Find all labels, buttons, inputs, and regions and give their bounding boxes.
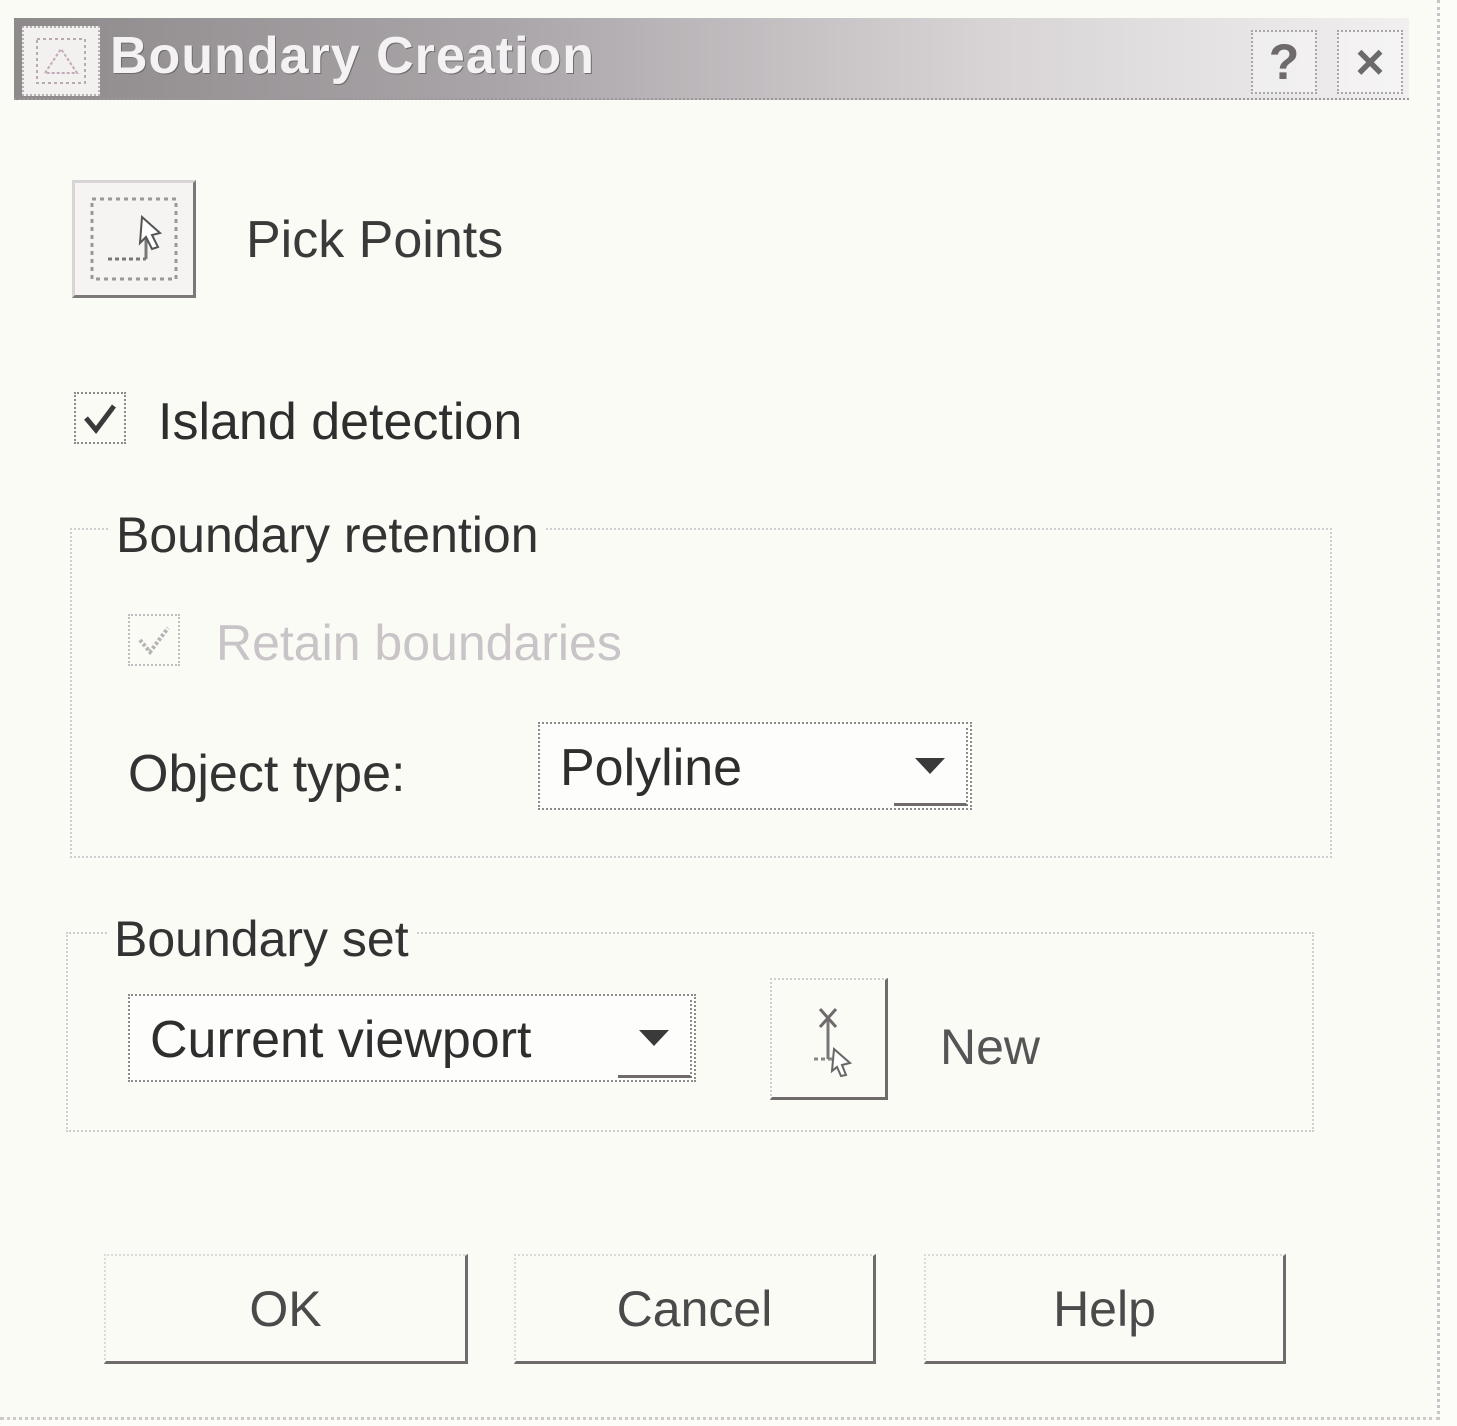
object-type-value: Polyline (560, 739, 743, 797)
pick-points-icon (90, 197, 178, 281)
cancel-button[interactable]: Cancel (514, 1254, 876, 1364)
select-objects-icon (813, 1007, 852, 1077)
checkmark-icon (138, 626, 170, 656)
close-button[interactable]: × (1337, 30, 1403, 94)
retain-boundaries-checkbox[interactable] (128, 614, 180, 666)
close-icon: × (1355, 34, 1385, 90)
help-icon: ? (1268, 34, 1300, 90)
help-button[interactable]: Help (924, 1254, 1286, 1364)
object-type-select[interactable]: Polyline (538, 722, 972, 810)
chevron-down-icon (915, 757, 945, 774)
object-type-dropdown-button[interactable] (894, 728, 968, 806)
retain-boundaries-label: Retain boundaries (216, 615, 622, 671)
app-icon (22, 26, 100, 96)
boundary-set-title: Boundary set (108, 910, 415, 968)
object-type-label: Object type: (128, 745, 406, 803)
island-detection-label[interactable]: Island detection (158, 392, 522, 452)
help-title-button[interactable]: ? (1251, 30, 1317, 94)
chevron-down-icon (639, 1029, 669, 1046)
boundary-set-select[interactable]: Current viewport (128, 994, 696, 1082)
ok-button[interactable]: OK (104, 1254, 468, 1364)
boundary-set-value: Current viewport (150, 1011, 532, 1069)
new-boundary-set-label[interactable]: New (940, 1018, 1040, 1076)
title-bar[interactable]: Boundary Creation ? × (14, 18, 1409, 100)
boundary-retention-title: Boundary retention (110, 506, 545, 564)
boundary-creation-dialog: Boundary Creation ? × Pick Points Island… (0, 0, 1440, 1420)
new-boundary-set-button[interactable] (770, 978, 888, 1100)
island-detection-checkbox[interactable] (74, 392, 126, 444)
pick-points-label[interactable]: Pick Points (246, 210, 503, 270)
window-title: Boundary Creation (110, 27, 596, 85)
boundary-set-dropdown-button[interactable] (618, 1000, 692, 1078)
checkmark-icon (84, 404, 116, 435)
pick-points-button[interactable] (72, 180, 196, 298)
